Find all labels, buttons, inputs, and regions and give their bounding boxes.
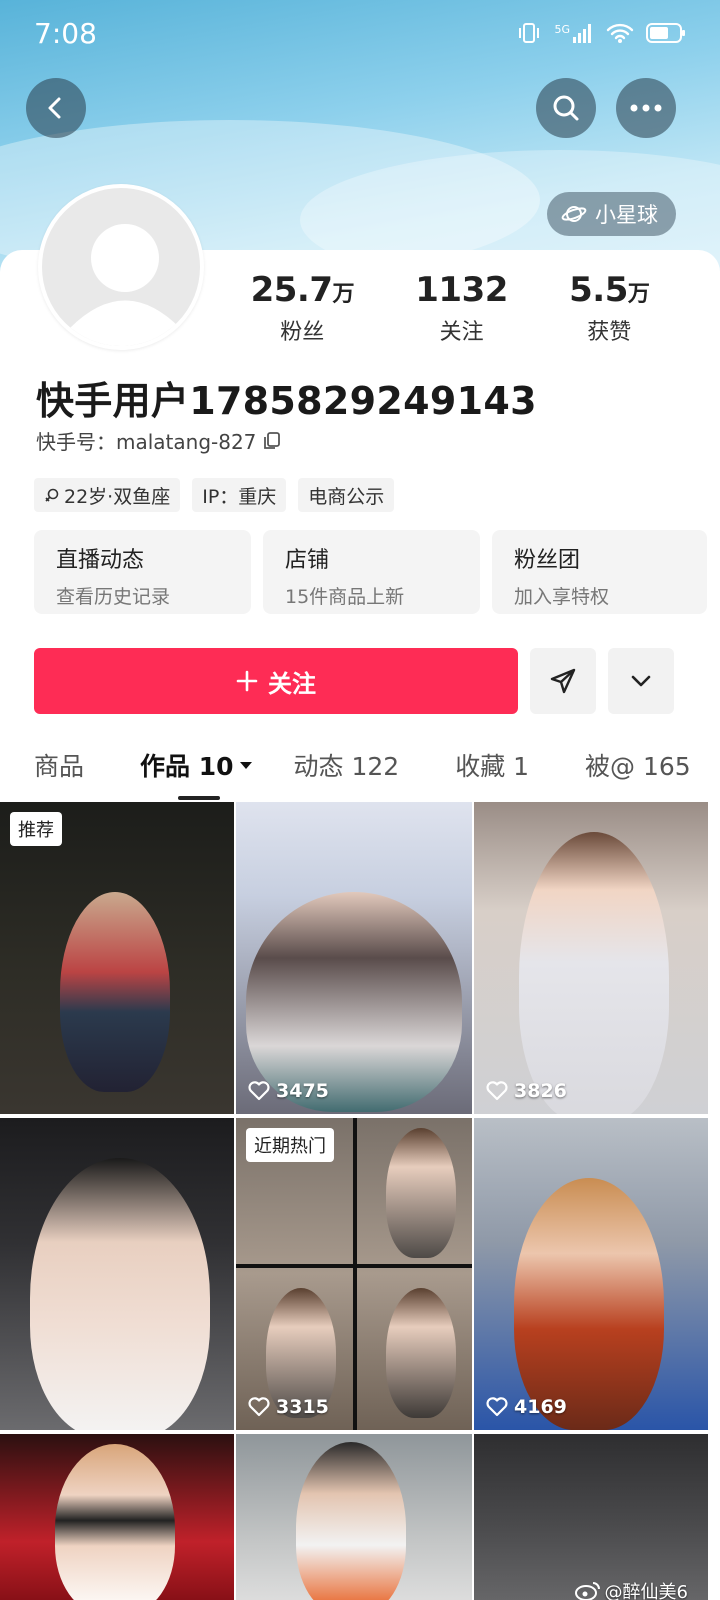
video-thumbnail[interactable]: 4169: [474, 1118, 708, 1430]
message-button[interactable]: [530, 648, 596, 714]
video-thumbnail[interactable]: 3826: [474, 802, 708, 1114]
like-count: 3315: [248, 1396, 329, 1418]
weibo-watermark: @醉仙美6: [574, 1578, 688, 1600]
caret-down-icon: [239, 762, 252, 769]
card-live-history[interactable]: 直播动态 查看历史记录: [34, 530, 251, 614]
tag-age: 22岁·双鱼座: [34, 478, 181, 512]
video-thumbnail[interactable]: @醉仙美6: [474, 1434, 708, 1600]
tab-favorites[interactable]: 收藏 1: [455, 740, 529, 790]
tab-works[interactable]: 作品 10: [140, 740, 254, 800]
profile-tags: 22岁·双鱼座 IP：重庆 电商公示: [34, 478, 395, 512]
video-grid: 推荐 3475 3826 近期热门 3315 4169 @醉仙美6: [0, 802, 720, 1600]
signal-icon: 5G: [554, 23, 594, 43]
action-row: 关注: [34, 648, 674, 714]
username: 快手用户1785829249143: [36, 379, 537, 423]
more-button[interactable]: [616, 78, 676, 138]
tab-moments[interactable]: 动态 122: [294, 740, 400, 790]
video-thumbnail[interactable]: 近期热门 3315: [236, 1118, 472, 1430]
video-thumbnail[interactable]: [0, 1434, 234, 1600]
vibrate-icon: [516, 20, 542, 46]
status-bar: 7:08 5G: [0, 0, 720, 66]
status-time: 7:08: [34, 16, 97, 50]
plus-icon: [236, 670, 258, 692]
recommend-badge: 推荐: [10, 812, 62, 846]
planet-icon: [561, 206, 587, 222]
heart-icon: [486, 1081, 508, 1101]
card-fan-club[interactable]: 粉丝团 加入享特权: [492, 530, 707, 614]
content-tabs: 商品 作品 10 动态 122 收藏 1 被@ 165: [34, 740, 720, 800]
like-count: 3475: [248, 1080, 329, 1102]
feature-cards: 直播动态 查看历史记录 店铺 15件商品上新 粉丝团 加入享特权: [34, 530, 707, 614]
like-count: 3826: [486, 1080, 567, 1102]
back-button[interactable]: [26, 78, 86, 138]
search-button[interactable]: [536, 78, 596, 138]
chevron-down-icon: [631, 675, 651, 687]
tag-ecommerce[interactable]: 电商公示: [298, 478, 395, 512]
heart-icon: [248, 1397, 270, 1417]
copy-icon[interactable]: [262, 431, 282, 451]
battery-icon: [646, 22, 686, 44]
video-thumbnail[interactable]: 推荐: [0, 802, 234, 1114]
card-shop[interactable]: 店铺 15件商品上新: [263, 530, 480, 614]
heart-icon: [486, 1397, 508, 1417]
gender-icon: [45, 488, 59, 502]
send-icon: [550, 668, 576, 694]
stat-following[interactable]: 1132 关注: [415, 270, 508, 346]
trending-badge: 近期热门: [246, 1128, 334, 1162]
tag-ip: IP：重庆: [192, 478, 287, 512]
expand-button[interactable]: [608, 648, 674, 714]
avatar[interactable]: [38, 184, 204, 350]
video-thumbnail[interactable]: 3475: [236, 802, 472, 1114]
search-icon: [553, 95, 579, 121]
video-thumbnail[interactable]: [0, 1118, 234, 1430]
profile-stats: 25.7万 粉丝 1132 关注 5.5万 获赞: [220, 270, 680, 346]
user-id-text: 快手号：malatang-827: [36, 430, 257, 454]
wifi-icon: [606, 22, 634, 44]
weibo-icon: [574, 1582, 600, 1600]
heart-icon: [248, 1081, 270, 1101]
planet-badge[interactable]: 小星球: [547, 192, 676, 236]
planet-badge-label: 小星球: [595, 203, 658, 227]
video-thumbnail[interactable]: [236, 1434, 472, 1600]
tab-mentions[interactable]: 被@ 165: [585, 740, 691, 790]
user-id: 快手号：malatang-827: [36, 426, 282, 455]
follow-button[interactable]: 关注: [34, 648, 518, 714]
chevron-left-icon: [48, 97, 61, 119]
tab-products[interactable]: 商品: [34, 740, 84, 790]
more-dots-icon: [630, 104, 662, 112]
stat-followers[interactable]: 25.7万 粉丝: [251, 270, 355, 346]
stat-likes[interactable]: 5.5万 获赞: [569, 270, 650, 346]
like-count: 4169: [486, 1396, 567, 1418]
